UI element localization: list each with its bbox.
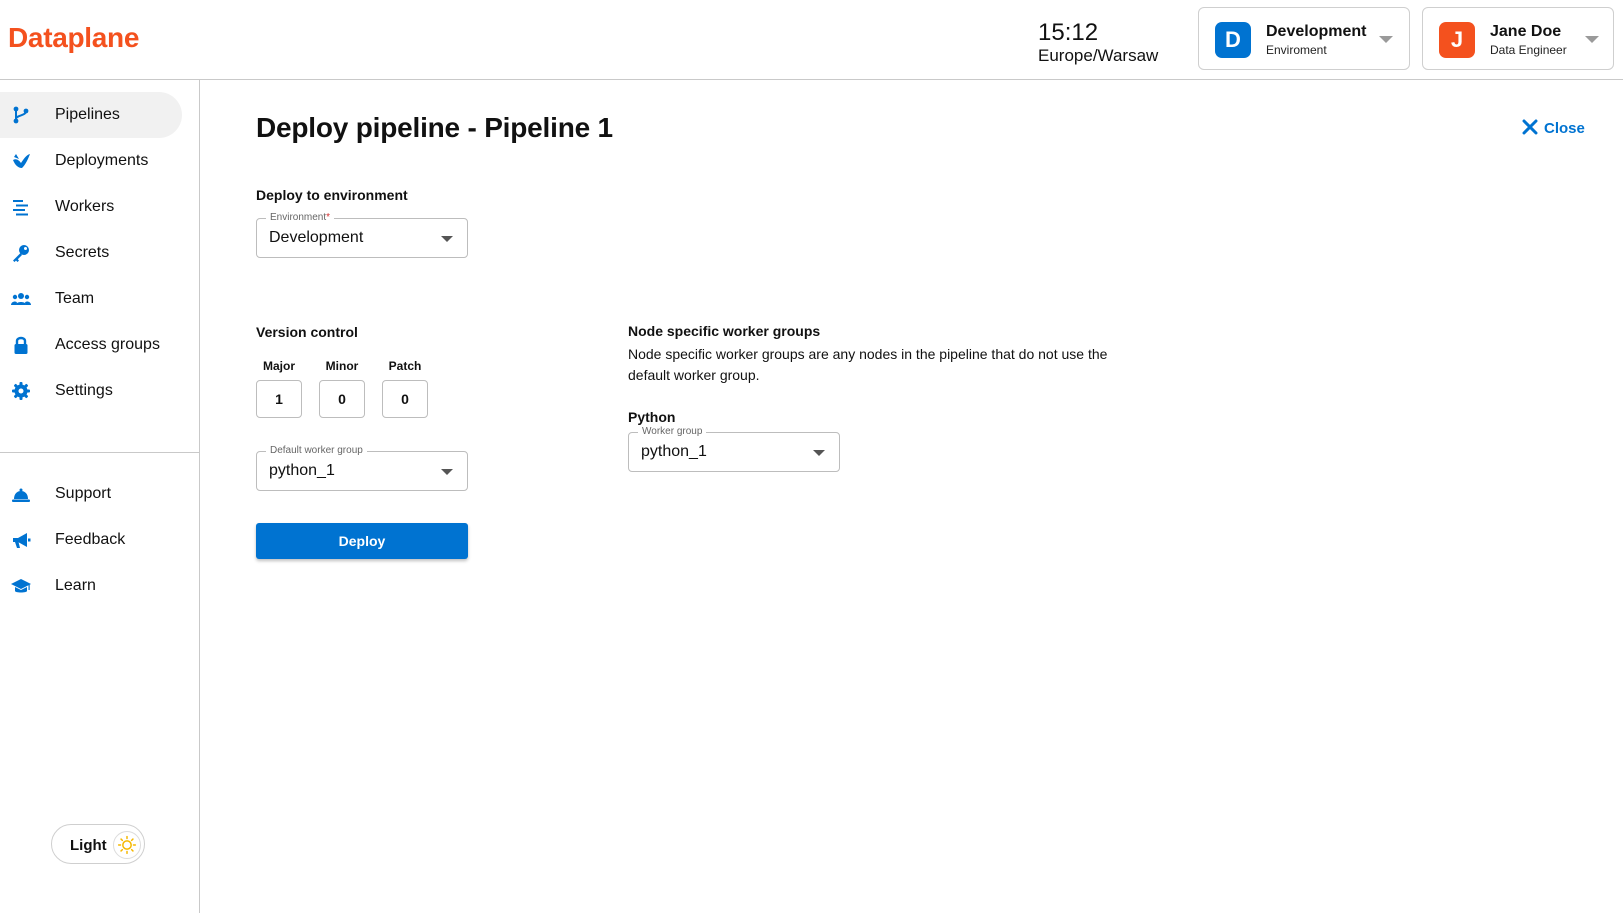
environment-field-label: Environment* [266, 212, 335, 224]
chevron-down-icon [1585, 36, 1599, 43]
environment-value: Development [269, 229, 364, 246]
sidebar-divider [0, 452, 200, 453]
sidebar-item-learn[interactable]: Learn [0, 563, 182, 609]
close-icon [1522, 119, 1538, 135]
patch-label: Patch [388, 359, 422, 373]
environment-select[interactable]: Environment* Development [256, 212, 468, 258]
deployments-icon [13, 154, 30, 168]
theme-toggle[interactable]: Light [51, 824, 145, 864]
sidebar-item-label: Learn [55, 577, 96, 594]
python-worker-group-select[interactable]: Worker group python_1 [628, 426, 840, 472]
user-avatar: J [1439, 22, 1475, 58]
clock: 15:12 Europe/Warsaw [1038, 20, 1158, 66]
node-groups-heading: Node specific worker groups [628, 323, 821, 339]
python-label: Python [628, 409, 676, 425]
worker-group-value: python_1 [641, 443, 707, 460]
sidebar-item-feedback[interactable]: Feedback [0, 517, 182, 563]
sidebar-item-workers[interactable]: Workers [0, 184, 182, 230]
sidebar-item-label: Deployments [55, 152, 149, 169]
sidebar-item-label: Secrets [55, 244, 110, 261]
sidebar-item-support[interactable]: Support [0, 471, 182, 517]
sidebar-item-secrets[interactable]: Secrets [0, 230, 182, 276]
lock-icon [14, 336, 28, 354]
sidebar-item-label: Pipelines [55, 106, 120, 123]
sidebar-item-pipelines[interactable]: Pipelines [0, 92, 182, 138]
major-input[interactable]: 1 [256, 380, 302, 418]
megaphone-icon [13, 533, 31, 548]
sidebar-item-label: Feedback [55, 531, 126, 548]
minor-label: Minor [325, 359, 359, 373]
chevron-down-icon [441, 236, 453, 242]
minor-input[interactable]: 0 [319, 380, 365, 418]
top-bar: Dataplane 15:12 Europe/Warsaw D Developm… [0, 0, 1623, 80]
theme-label: Light [70, 837, 107, 854]
user-menu[interactable]: J Jane Doe Data Engineer [1422, 7, 1614, 70]
bell-icon [12, 488, 30, 502]
sidebar-item-label: Workers [55, 198, 115, 215]
sidebar-item-deployments[interactable]: Deployments [0, 138, 182, 184]
sidebar-item-settings[interactable]: Settings [0, 368, 182, 414]
worker-group-label: Worker group [638, 426, 707, 438]
page-title: Deploy pipeline - Pipeline 1 [256, 112, 613, 143]
user-role: Data Engineer [1490, 43, 1567, 57]
sidebar: Pipelines Deployments Workers Secrets Te… [0, 80, 200, 913]
app-logo[interactable]: Dataplane [8, 22, 139, 54]
node-groups-description: Node specific worker groups are any node… [628, 346, 1108, 383]
deploy-env-heading: Deploy to environment [256, 187, 408, 203]
sidebar-item-label: Settings [55, 382, 113, 399]
sidebar-item-label: Team [55, 290, 95, 307]
default-worker-group-select[interactable]: Default worker group python_1 [256, 445, 468, 491]
sun-icon [113, 831, 141, 859]
user-name: Jane Doe [1490, 23, 1562, 40]
environment-selector[interactable]: D Development Enviroment [1198, 7, 1410, 70]
close-label: Close [1544, 120, 1585, 137]
version-heading: Version control [256, 324, 358, 340]
default-worker-group-label: Default worker group [266, 445, 367, 457]
key-icon [13, 245, 29, 262]
clock-timezone: Europe/Warsaw [1038, 46, 1159, 65]
environment-name: Development [1266, 23, 1367, 40]
graduation-cap-icon [11, 579, 31, 593]
gear-icon [12, 382, 30, 400]
patch-input[interactable]: 0 [382, 380, 428, 418]
team-icon [11, 293, 31, 305]
sidebar-item-team[interactable]: Team [0, 276, 182, 322]
chevron-down-icon [1379, 36, 1393, 43]
major-label: Major [262, 359, 295, 373]
chevron-down-icon [813, 450, 825, 456]
environment-avatar: D [1215, 22, 1251, 58]
sidebar-item-label: Support [55, 485, 112, 502]
clock-time: 15:12 [1038, 19, 1099, 46]
sidebar-item-label: Access groups [55, 336, 160, 353]
chevron-down-icon [441, 469, 453, 475]
pipelines-icon [13, 106, 29, 124]
default-worker-group-value: python_1 [269, 462, 335, 479]
sidebar-item-access-groups[interactable]: Access groups [0, 322, 182, 368]
environment-subtitle: Enviroment [1266, 43, 1327, 57]
deploy-button[interactable]: Deploy [256, 523, 468, 559]
workers-icon [13, 200, 28, 216]
